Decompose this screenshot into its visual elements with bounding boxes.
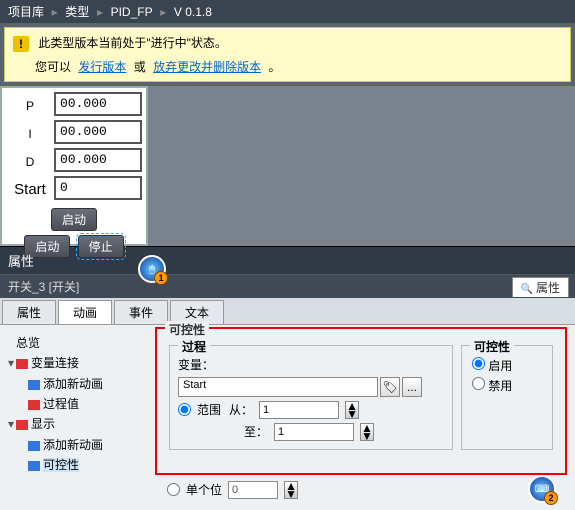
crumb-type[interactable]: 类型 [65,5,89,19]
animation-tree[interactable]: 总览 ▾变量连接 添加新动画 过程值 ▾显示 添加新动画 可控性 [0,325,155,510]
status-alert: ! 此类型版本当前处于"进行中"状态。 您可以 发行版本 或 放弃更改并删除版本… [4,27,571,82]
input-i[interactable] [54,120,142,144]
breadcrumb[interactable]: 项目库 ▸ 类型 ▸ PID_FP ▸ V 0.1.8 [0,0,575,23]
single-bit-row: 单个位 ▲▼ [167,481,298,499]
add-icon [28,380,40,390]
highlighted-group: 可控性 过程 变量： Start🏷... 范围 从： [155,327,567,475]
input-d[interactable] [54,148,142,172]
crumb-project[interactable]: 项目库 [8,5,44,19]
to-input[interactable] [274,423,354,441]
tree-procval: 过程值 [6,394,149,414]
input-p[interactable] [54,92,142,116]
tab-bar: 属性 动画 事件 文本 [0,298,575,325]
controllability-group: 可控性 启用 禁用 [461,345,553,450]
discard-version-link[interactable]: 放弃更改并删除版本 [153,60,261,74]
process-group: 过程 变量： Start🏷... 范围 从： ▲▼ [169,345,453,450]
workspace: P I D Start 启动 启动 停止 [0,86,575,246]
label-i: I [6,120,54,148]
alert-dot: 。 [268,60,280,74]
stop-button[interactable]: 停止 [78,235,124,258]
disable-label: 禁用 [488,379,512,393]
group-title: 可控性 [165,321,209,338]
pid-panel: P I D Start 启动 启动 停止 [0,86,148,246]
tree-add-anim-2: 添加新动画 [6,435,149,455]
lower-pane: 总览 ▾变量连接 添加新动画 过程值 ▾显示 添加新动画 可控性 可控性 过程 … [0,325,575,510]
label-p: P [6,92,54,120]
ctl-title: 可控性 [470,338,514,355]
tab-properties[interactable]: 属性 [2,300,56,324]
crumb-version[interactable]: V 0.1.8 [174,5,212,19]
alert-or: 或 [134,60,146,74]
tree-varconn: ▾变量连接 [6,353,149,374]
chevron-right-icon: ▸ [97,5,103,19]
alert-prefix: 您可以 [35,60,71,74]
tree-add-anim-1: 添加新动画 [6,374,149,394]
tag-picker-button[interactable]: 🏷 [380,377,400,397]
settings-pane: 可控性 过程 变量： Start🏷... 范围 从： [155,325,575,510]
tab-events[interactable]: 事件 [114,300,168,324]
single-bit-input [228,481,278,499]
add-icon [28,441,40,451]
run-button-1[interactable]: 启动 [51,208,97,231]
enable-label: 启用 [488,359,512,373]
callout-2-num: 2 [544,491,558,505]
from-spinner[interactable]: ▲▼ [345,401,359,419]
crumb-pidfp[interactable]: PID_FP [111,5,153,19]
single-bit-radio[interactable] [167,483,180,496]
tab-animation[interactable]: 动画 [58,300,112,324]
display-icon [16,420,28,430]
selection-name: 开关_3 [开关] [8,280,79,294]
range-radio[interactable] [178,403,191,416]
label-start: Start [6,176,54,204]
variable-input[interactable]: Start [178,377,378,397]
label-d: D [6,148,54,176]
disable-radio[interactable] [472,377,485,390]
variable-label: 变量： [178,358,214,372]
canvas-area[interactable] [148,86,575,246]
enable-radio[interactable] [472,357,485,370]
selection-header: 开关_3 [开关] 属性 [0,274,575,298]
single-bit-label: 单个位 [186,481,222,498]
tag-icon [16,359,28,369]
alert-line1: 此类型版本当前处于"进行中"状态。 [38,36,227,50]
tree-display: ▾显示 [6,414,149,435]
properties-tab-right[interactable]: 属性 [512,277,569,297]
callout-1-num: 1 [154,271,168,285]
to-spinner[interactable]: ▲▼ [360,423,374,441]
browse-button[interactable]: ... [402,377,422,397]
single-bit-spinner: ▲▼ [284,481,298,499]
release-version-link[interactable]: 发行版本 [78,60,126,74]
input-start[interactable] [54,176,142,200]
to-label: 至： [242,423,268,440]
range-label: 范围 [197,401,221,418]
process-title: 过程 [178,338,210,355]
chevron-right-icon: ▸ [160,5,166,19]
callout-2: ⌨2 [528,475,556,503]
callout-1: 🖱1 [138,255,166,283]
tag-icon [28,400,40,410]
tree-control: 可控性 [6,455,149,475]
warning-icon: ! [13,36,29,52]
control-icon [28,461,40,471]
chevron-right-icon: ▸ [52,5,58,19]
tree-overview: 总览 [6,333,149,353]
from-input[interactable] [259,401,339,419]
from-label: 从： [227,401,253,418]
